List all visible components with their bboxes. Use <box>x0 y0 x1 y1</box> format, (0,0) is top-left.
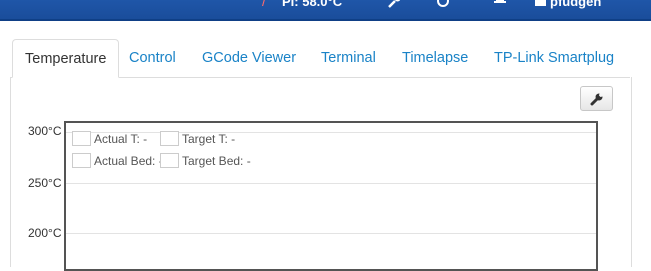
y-tick-label: 250°C <box>28 176 62 190</box>
power-icon[interactable] <box>436 0 450 10</box>
legend-target-bed: Target Bed: - <box>160 153 251 168</box>
user-icon <box>535 0 546 8</box>
legend-label: Target Bed: - <box>182 153 251 168</box>
navbar: / PI: 58.0°C pfudgen <box>0 0 651 21</box>
legend-actual-tool: Actual T: - <box>72 131 147 146</box>
tab-terminal[interactable]: Terminal <box>309 39 388 77</box>
pi-temperature-readout: PI: 58.0°C <box>282 0 343 9</box>
wrench-icon <box>590 92 603 105</box>
y-tick-label: 300°C <box>28 124 62 138</box>
user-menu[interactable]: pfudgen <box>550 0 601 9</box>
legend-actual-bed: Actual Bed: - <box>72 153 163 168</box>
tab-temperature[interactable]: Temperature <box>12 39 120 78</box>
tab-bar: Temperature Control GCode Viewer Termina… <box>10 39 630 78</box>
legend-label: Actual T: - <box>94 131 148 146</box>
legend-label: Actual Bed: - <box>94 153 163 168</box>
y-tick-label: 200°C <box>28 226 62 240</box>
graph-settings-button[interactable] <box>580 86 613 111</box>
gridline <box>66 183 596 184</box>
legend-label: Target T: - <box>182 131 236 146</box>
bell-icon[interactable] <box>493 0 507 10</box>
thermometer-icon: / <box>262 0 266 9</box>
tab-timelapse[interactable]: Timelapse <box>390 39 480 77</box>
tab-tp-link-smartplug[interactable]: TP-Link Smartplug <box>482 39 626 77</box>
legend-target-tool: Target T: - <box>160 131 235 146</box>
wrench-icon[interactable] <box>388 0 402 10</box>
gridline <box>66 233 596 234</box>
tab-control[interactable]: Control <box>117 39 188 77</box>
tab-gcode-viewer[interactable]: GCode Viewer <box>190 39 308 77</box>
